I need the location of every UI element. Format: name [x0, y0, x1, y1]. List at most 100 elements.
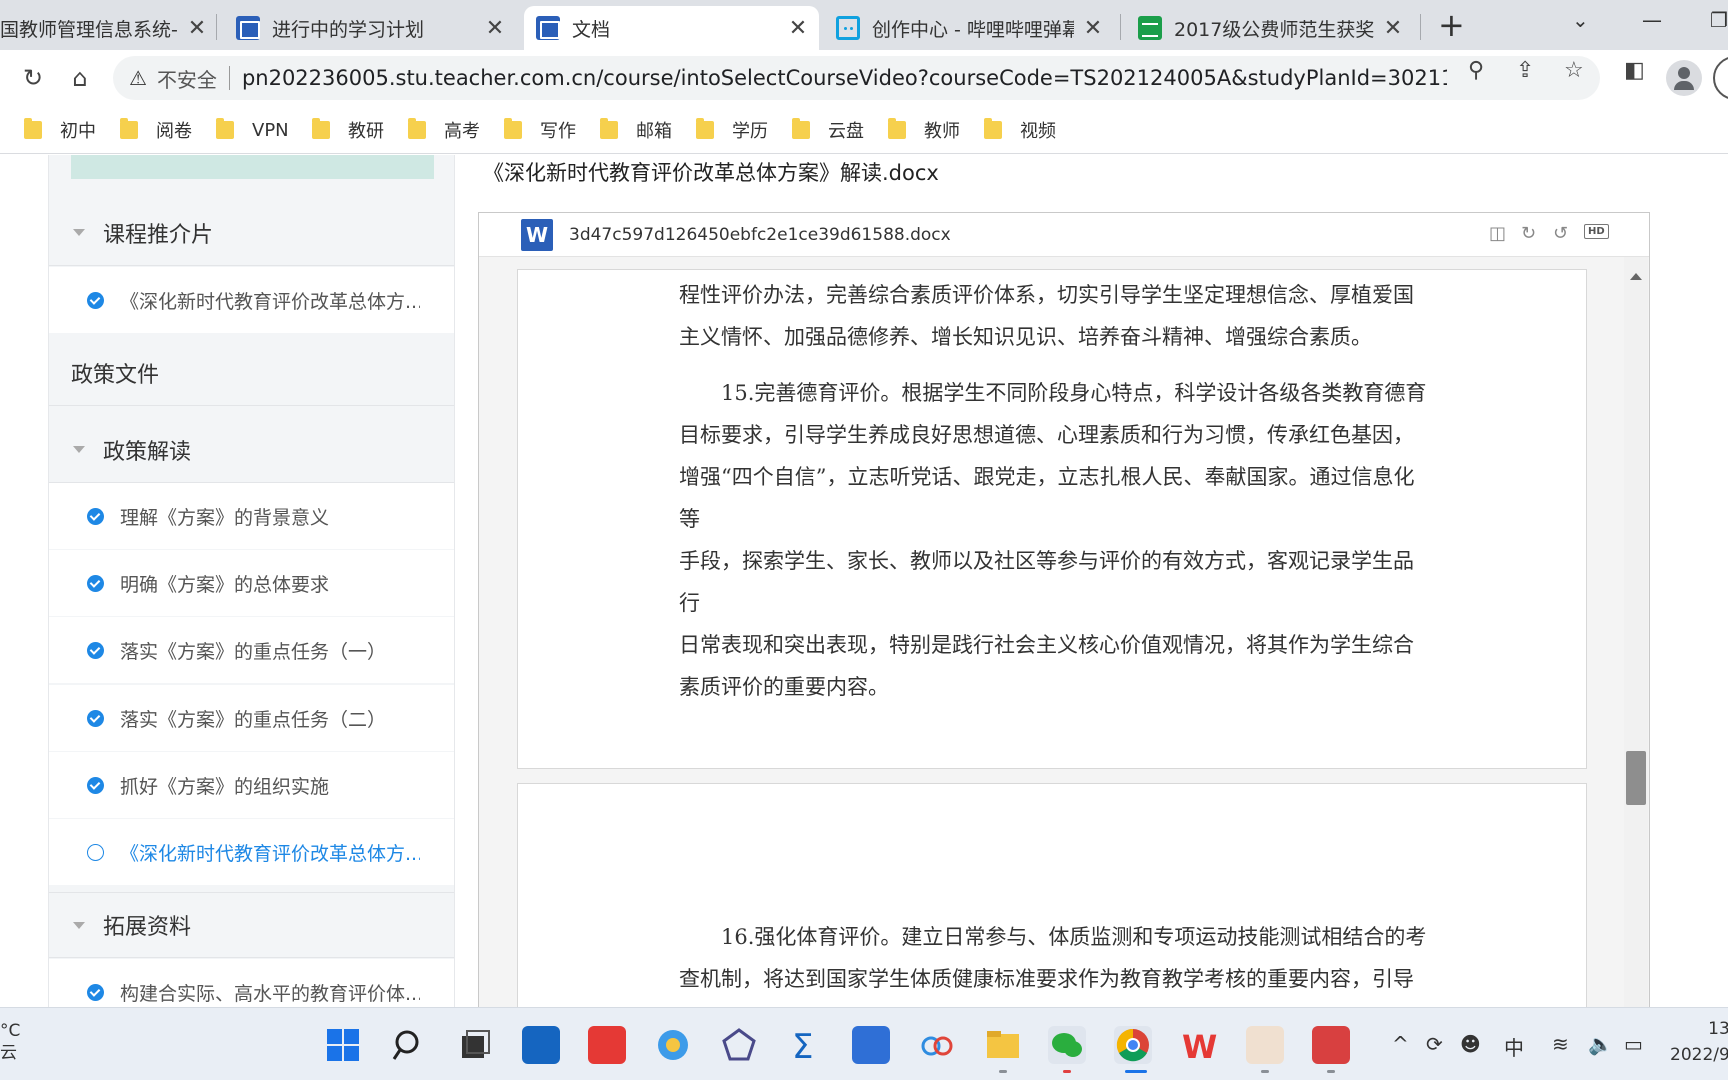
weather-widget[interactable]: °C 云: [0, 1020, 20, 1064]
scroll-up-icon[interactable]: [1630, 273, 1642, 280]
close-icon[interactable]: ✕: [785, 15, 811, 41]
share-icon[interactable]: ⇪: [1516, 58, 1534, 83]
catalog-item[interactable]: 明确《方案》的总体要求: [49, 550, 454, 616]
document-scrollbar[interactable]: [1624, 257, 1648, 1007]
wifi-icon[interactable]: ≋: [1552, 1032, 1569, 1056]
warning-icon[interactable]: ⚠: [129, 66, 147, 90]
pdf-icon[interactable]: [1312, 1026, 1350, 1064]
tab-document[interactable]: 文档 ✕: [524, 6, 819, 50]
folder-icon: [408, 118, 426, 139]
course-catalog: 课程推介片 《深化新时代教育评价改革总体方... 政策文件 政策解读 理解《方案…: [48, 155, 455, 1007]
section-header-policy-interpretation[interactable]: 政策解读: [49, 417, 454, 483]
catalog-item[interactable]: 落实《方案》的重点任务（一）: [49, 617, 454, 683]
close-icon[interactable]: ✕: [482, 15, 508, 41]
catalog-item-current[interactable]: 《深化新时代教育评价改革总体方...: [49, 819, 454, 885]
clock[interactable]: 13 2022/9: [1670, 1016, 1728, 1068]
sync-icon[interactable]: ⟳: [1426, 1032, 1443, 1056]
section-header-policy-files[interactable]: 政策文件: [49, 340, 454, 406]
word-icon: W: [521, 219, 553, 251]
weather-desc: 云: [0, 1043, 17, 1063]
ime-indicator[interactable]: 中: [1504, 1032, 1524, 1061]
onenote-icon[interactable]: [852, 1026, 890, 1064]
paragraph-15: 15.完善德育评价。根据学生不同阶段身心特点，科学设计各级各类教育德育 目标要求…: [679, 372, 1429, 708]
reload-icon[interactable]: ↻: [15, 60, 51, 96]
text-line: 增强“四个自信”，立志听党话、跟党走，立志扎根人民、奉献国家。通过信息化等: [679, 465, 1415, 531]
caret-down-icon: [73, 446, 85, 453]
chrome-icon[interactable]: [1114, 1026, 1152, 1064]
caret-down-icon: [73, 229, 85, 236]
side-panel-icon[interactable]: ◧: [1624, 58, 1645, 83]
bookmark-folder[interactable]: VPN: [216, 116, 289, 144]
security-label[interactable]: 不安全: [157, 64, 217, 93]
hd-icon[interactable]: HD: [1584, 224, 1609, 239]
xmind-icon[interactable]: [588, 1026, 626, 1064]
check-circle-icon: [87, 709, 104, 727]
bookmark-folder[interactable]: 视频: [984, 116, 1056, 144]
rotate-right-icon[interactable]: ↻: [1521, 223, 1536, 244]
wps-icon[interactable]: W: [1180, 1026, 1218, 1066]
clock-time: 13: [1708, 1019, 1728, 1039]
bookmark-folder[interactable]: 写作: [504, 116, 576, 144]
task-view-icon[interactable]: [456, 1026, 494, 1064]
tab-study-plan[interactable]: 进行中的学习计划 ✕: [236, 6, 508, 50]
battery-icon[interactable]: ▭: [1624, 1032, 1643, 1056]
volume-icon[interactable]: 🔈: [1588, 1032, 1613, 1056]
search-icon[interactable]: [390, 1026, 428, 1064]
rotate-left-icon[interactable]: ↺: [1553, 223, 1568, 244]
minimize-icon[interactable]: —: [1642, 8, 1662, 32]
restore-icon[interactable]: ❐: [1710, 8, 1728, 32]
svg-text:Σ: Σ: [792, 1027, 813, 1064]
close-icon[interactable]: ✕: [1080, 15, 1106, 41]
catalog-item[interactable]: 理解《方案》的背景意义: [49, 483, 454, 549]
close-icon[interactable]: ✕: [184, 15, 210, 41]
bookmark-folder[interactable]: 初中: [24, 116, 96, 144]
section-header-extended[interactable]: 拓展资料: [49, 892, 454, 958]
browser-icon[interactable]: [654, 1026, 692, 1064]
tab-teacher-system[interactable]: 国教师管理信息系统--教 ✕: [0, 6, 210, 50]
bookmark-folder[interactable]: 云盘: [792, 116, 864, 144]
bookmark-folder[interactable]: 教研: [312, 116, 384, 144]
file-explorer-icon[interactable]: [984, 1026, 1022, 1064]
bookmark-label: 写作: [540, 121, 576, 142]
new-tab-button[interactable]: +: [1438, 9, 1465, 41]
bookmark-label: 教研: [348, 121, 384, 142]
bookmark-folder[interactable]: 邮箱: [600, 116, 672, 144]
scrollbar-handle[interactable]: [1626, 751, 1646, 805]
folder-icon: [216, 118, 234, 139]
baidu-netdisk-icon[interactable]: [918, 1026, 956, 1064]
bookmark-folder[interactable]: 阅卷: [120, 116, 192, 144]
wechat-icon[interactable]: [1048, 1026, 1086, 1064]
bookmark-folder[interactable]: 教师: [888, 116, 960, 144]
catalog-item[interactable]: 《深化新时代教育评价改革总体方...: [49, 267, 454, 333]
split-view-icon[interactable]: ◫: [1489, 223, 1506, 244]
tab-search-icon[interactable]: ⌄: [1572, 8, 1589, 32]
course-thumbnail[interactable]: [71, 155, 434, 179]
profile-avatar[interactable]: [1666, 60, 1702, 96]
divider: [228, 66, 230, 90]
bookmark-folder[interactable]: 学历: [696, 116, 768, 144]
qq-icon[interactable]: ☻: [1460, 1032, 1481, 1056]
sigma-icon[interactable]: Σ: [786, 1026, 824, 1067]
zoom-icon[interactable]: ⚲: [1468, 58, 1484, 83]
section-header-promo[interactable]: 课程推介片: [49, 200, 454, 266]
bookmark-star-icon[interactable]: ☆: [1564, 58, 1584, 83]
close-icon[interactable]: ✕: [1380, 15, 1406, 41]
app-icon[interactable]: [720, 1026, 758, 1064]
tray-chevron-up-icon[interactable]: ^: [1392, 1032, 1409, 1056]
address-bar[interactable]: ⚠ 不安全 pn202236005.stu.teacher.com.cn/cou…: [113, 56, 1600, 100]
url-text[interactable]: pn202236005.stu.teacher.com.cn/course/in…: [242, 66, 1447, 90]
document-page: 16.强化体育评价。建立日常参与、体质监测和专项运动技能测试相结合的考 查机制，…: [517, 783, 1587, 1007]
tab-sheet[interactable]: 2017级公费师范生获奖和 ✕: [1138, 6, 1406, 50]
section-title: 拓展资料: [103, 915, 192, 940]
start-icon[interactable]: [324, 1026, 362, 1064]
menu-icon[interactable]: [1713, 56, 1728, 100]
catalog-item[interactable]: 构建合实际、高水平的教育评价体...: [49, 959, 454, 1007]
catalog-item[interactable]: 落实《方案》的重点任务（二）: [49, 685, 454, 751]
presentation-icon[interactable]: [1246, 1026, 1284, 1064]
store-icon[interactable]: [522, 1026, 560, 1064]
tab-bilibili[interactable]: 创作中心 - 哔哩哔哩弹幕 ✕: [836, 6, 1106, 50]
bookmark-folder[interactable]: 高考: [408, 116, 480, 144]
folder-icon: [600, 118, 618, 139]
catalog-item[interactable]: 抓好《方案》的组织实施: [49, 752, 454, 818]
home-icon[interactable]: ⌂: [62, 60, 98, 96]
